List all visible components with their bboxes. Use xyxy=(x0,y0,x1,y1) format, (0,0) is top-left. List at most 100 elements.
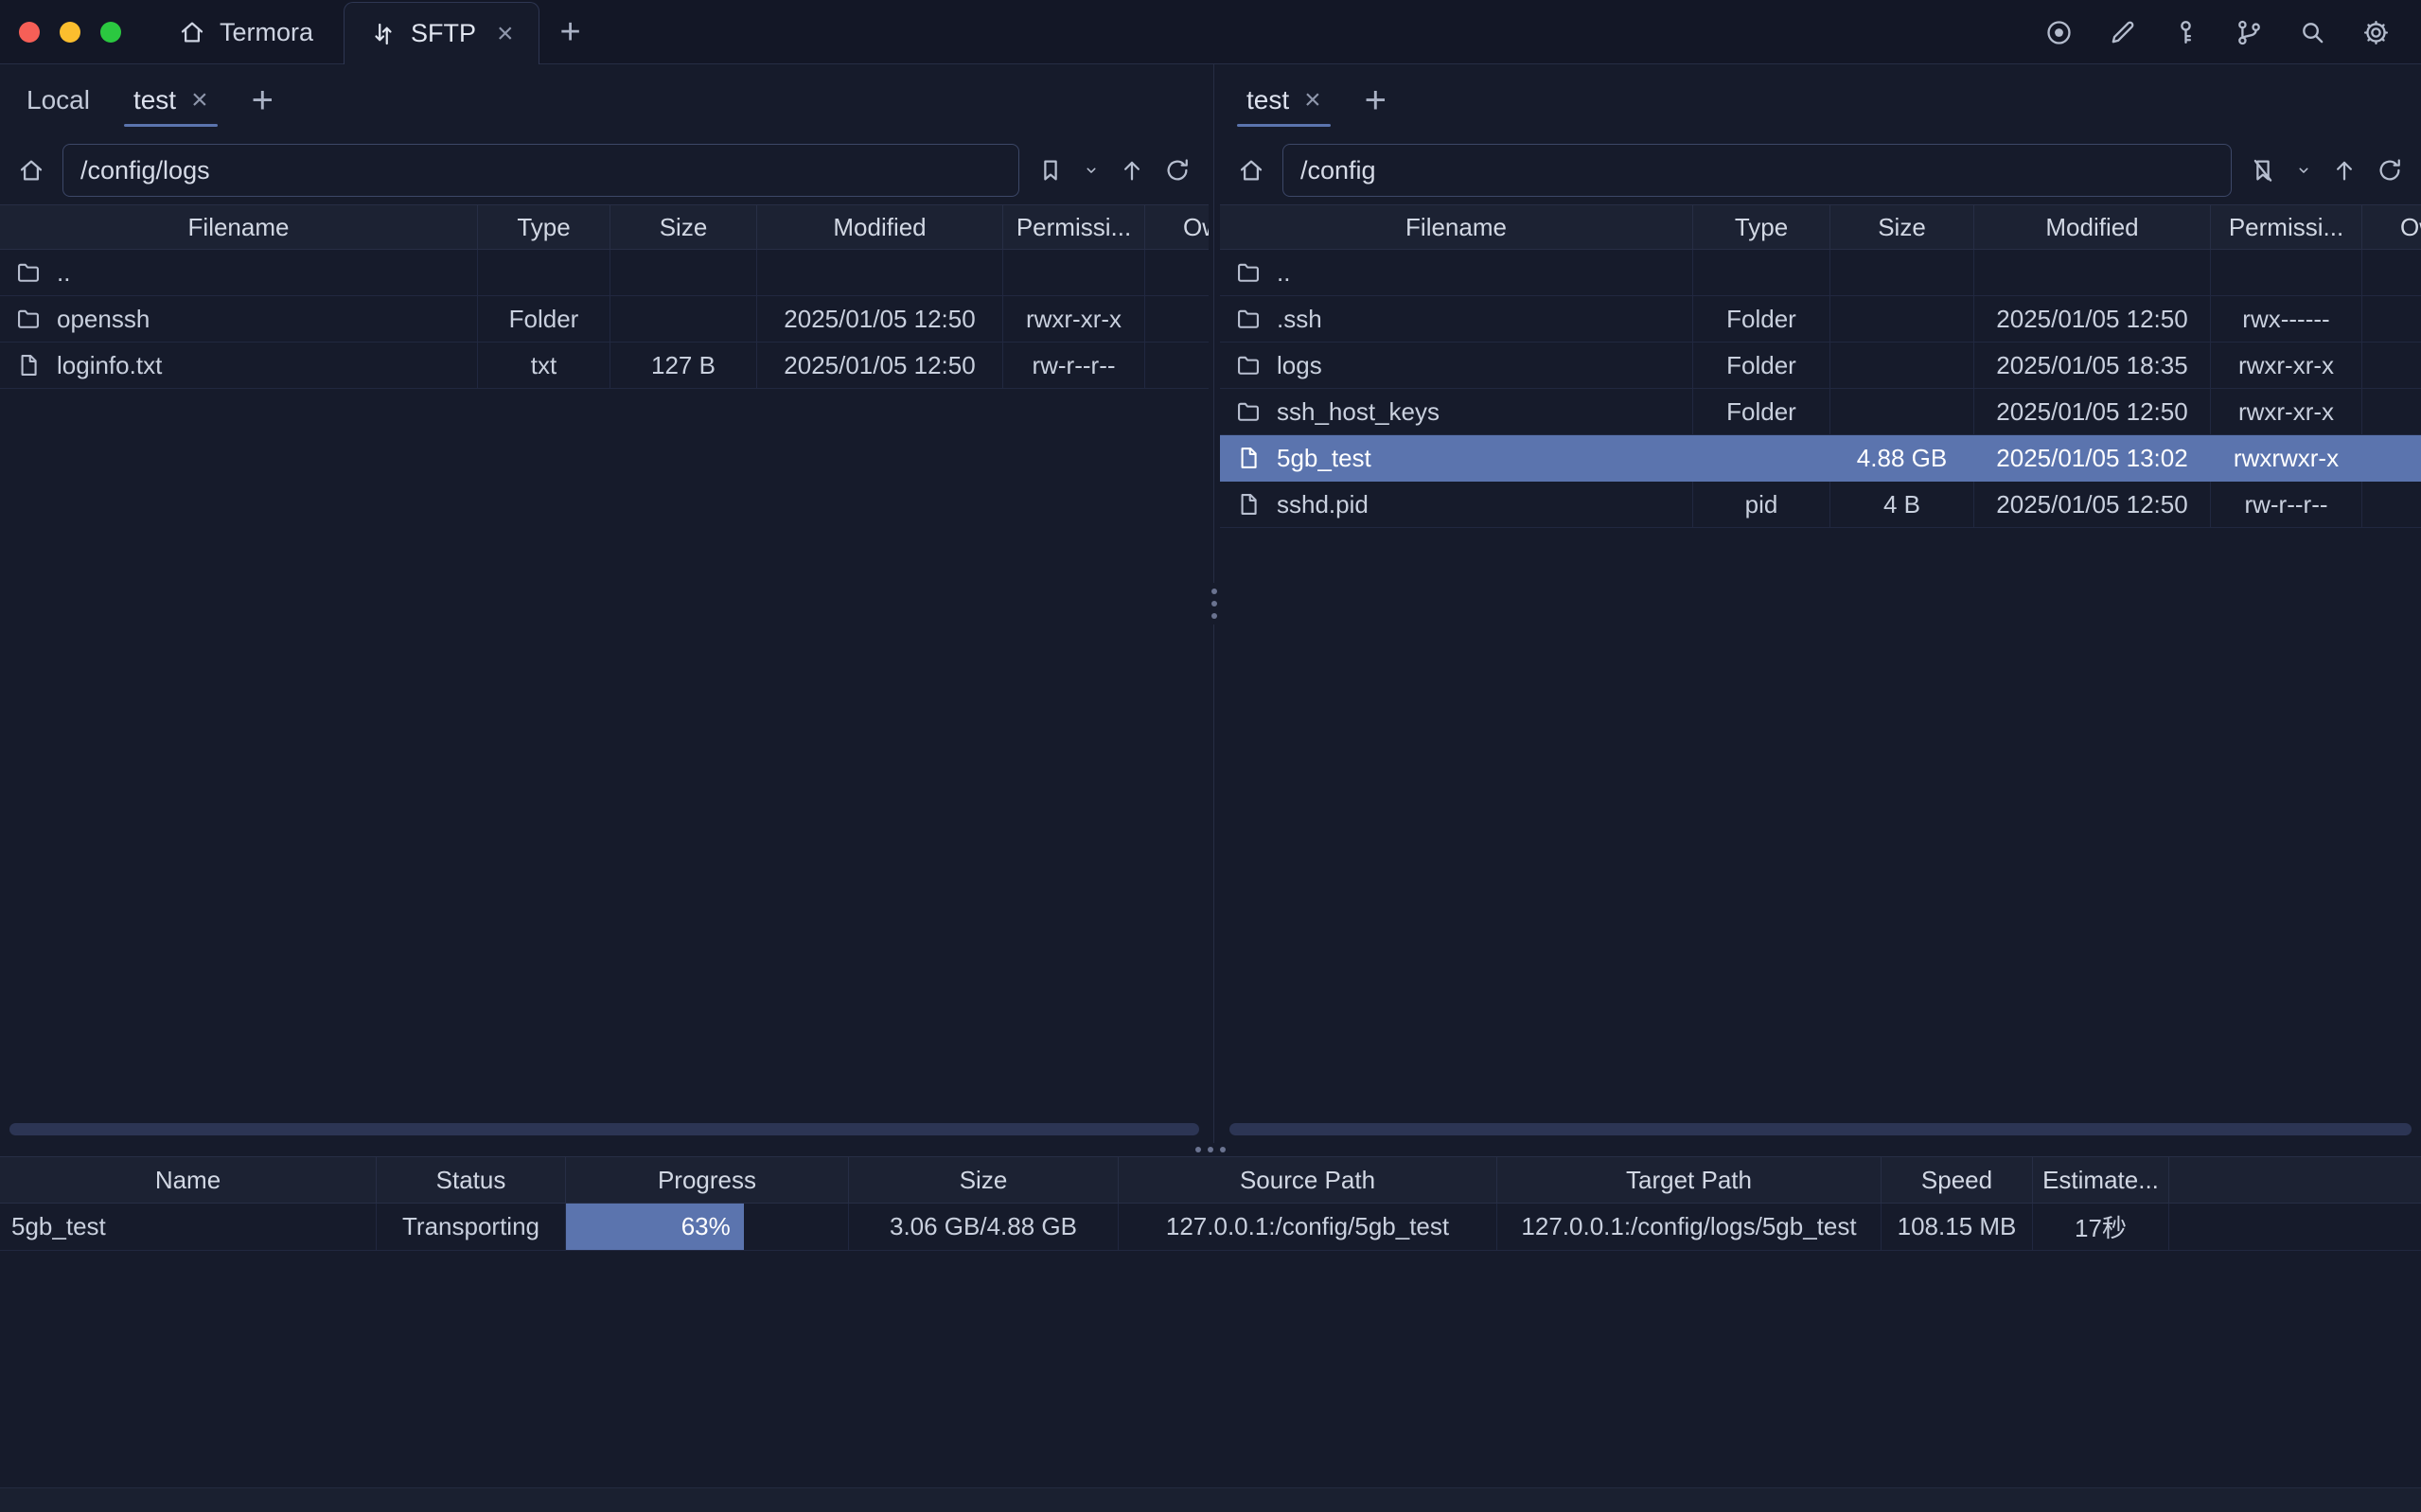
refresh-button[interactable] xyxy=(2376,156,2404,185)
column-header-progress[interactable]: Progress xyxy=(566,1156,849,1204)
transfers-empty-area xyxy=(0,1251,2421,1487)
key-icon xyxy=(2171,18,2200,47)
bookmark-dropdown-button[interactable] xyxy=(2294,161,2313,180)
right-new-tab-button[interactable]: + xyxy=(1365,81,1387,119)
parent-directory-button[interactable] xyxy=(1118,156,1146,185)
file-permissions: rwxrwxr-x xyxy=(2211,435,2362,482)
table-row[interactable]: loginfo.txt txt 127 B 2025/01/05 12:50 r… xyxy=(0,343,1209,389)
progress-fill: 63% xyxy=(566,1204,744,1250)
settings-button[interactable] xyxy=(2361,18,2391,47)
transfers-splitter[interactable] xyxy=(0,1143,2421,1156)
column-header-size[interactable]: Size xyxy=(1830,204,1974,250)
tab-local[interactable]: Local xyxy=(27,64,90,136)
home-icon xyxy=(178,18,206,46)
file-owner xyxy=(2362,482,2421,528)
bookmark-slash-icon xyxy=(2249,156,2277,185)
tab-sftp[interactable]: SFTP × xyxy=(344,2,539,64)
tab-termora[interactable]: Termora xyxy=(148,0,344,64)
table-row-selected[interactable]: 5gb_test 4.88 GB 2025/01/05 13:02 rwxrwx… xyxy=(1220,435,2421,482)
column-header-modified[interactable]: Modified xyxy=(757,204,1003,250)
file-modified xyxy=(1974,250,2211,296)
column-header-filename[interactable]: Filename xyxy=(1220,204,1693,250)
local-pane: Local test × + Filename xyxy=(0,64,1209,1143)
tab-test-right-label: test xyxy=(1246,85,1289,115)
file-modified: 2025/01/05 12:50 xyxy=(757,343,1003,389)
tab-test-right[interactable]: test × xyxy=(1246,64,1321,136)
column-header-permissions[interactable]: Permissi... xyxy=(1003,204,1145,250)
transfer-row[interactable]: 5gb_test Transporting 63% 3.06 GB/4.88 G… xyxy=(0,1204,2421,1251)
folder-icon xyxy=(1235,259,1262,286)
column-header-owner[interactable]: Ow xyxy=(1145,204,1209,250)
tab-test-left[interactable]: test × xyxy=(133,64,208,136)
right-horizontal-scrollbar[interactable] xyxy=(1229,1123,2412,1135)
bookmark-dropdown-button[interactable] xyxy=(1082,161,1101,180)
zoom-window-button[interactable] xyxy=(100,22,121,43)
left-file-table: Filename Type Size Modified Permissi... … xyxy=(0,204,1209,389)
column-header-name[interactable]: Name xyxy=(0,1156,377,1204)
parent-directory-button[interactable] xyxy=(2330,156,2359,185)
tab-local-label: Local xyxy=(27,85,90,115)
titlebar: Termora SFTP × + xyxy=(0,0,2421,64)
close-icon[interactable]: × xyxy=(1304,86,1321,114)
table-row[interactable]: sshd.pid pid 4 B 2025/01/05 12:50 rw-r--… xyxy=(1220,482,2421,528)
file-owner xyxy=(2362,343,2421,389)
splitter-grip-icon[interactable] xyxy=(1211,583,1217,624)
column-header-size[interactable]: Size xyxy=(610,204,757,250)
search-button[interactable] xyxy=(2298,18,2327,47)
bottom-bar xyxy=(0,1487,2421,1512)
left-path-input[interactable] xyxy=(62,144,1019,197)
new-window-tab-button[interactable]: + xyxy=(539,0,602,64)
file-icon xyxy=(1235,445,1262,471)
file-owner xyxy=(2362,296,2421,343)
column-header-type[interactable]: Type xyxy=(1693,204,1830,250)
key-button[interactable] xyxy=(2171,18,2200,47)
column-header-status[interactable]: Status xyxy=(377,1156,566,1204)
column-header-target-path[interactable]: Target Path xyxy=(1497,1156,1882,1204)
transfer-progress-bar: 63% xyxy=(566,1204,849,1251)
column-header-modified[interactable]: Modified xyxy=(1974,204,2211,250)
column-header-type[interactable]: Type xyxy=(478,204,610,250)
table-row[interactable]: .ssh Folder 2025/01/05 12:50 rwx------ xyxy=(1220,296,2421,343)
right-pathbar xyxy=(1220,136,2421,204)
column-header-source-path[interactable]: Source Path xyxy=(1119,1156,1497,1204)
folder-icon xyxy=(1235,306,1262,332)
transfer-size: 3.06 GB/4.88 GB xyxy=(849,1204,1119,1251)
file-type: txt xyxy=(478,343,610,389)
column-header-permissions[interactable]: Permissi... xyxy=(2211,204,2362,250)
file-name: ssh_host_keys xyxy=(1277,397,1440,427)
right-path-input[interactable] xyxy=(1282,144,2232,197)
column-header-speed[interactable]: Speed xyxy=(1882,1156,2033,1204)
titlebar-toolbar xyxy=(2044,0,2421,64)
splitter-grip-icon[interactable] xyxy=(1195,1147,1226,1152)
table-row[interactable]: logs Folder 2025/01/05 18:35 rwxr-xr-x xyxy=(1220,343,2421,389)
home-button[interactable] xyxy=(17,156,45,185)
column-header-size[interactable]: Size xyxy=(849,1156,1119,1204)
column-header-filename[interactable]: Filename xyxy=(0,204,478,250)
close-icon[interactable]: × xyxy=(191,86,208,114)
chevron-down-icon xyxy=(1082,161,1101,180)
refresh-button[interactable] xyxy=(1163,156,1192,185)
file-type: Folder xyxy=(478,296,610,343)
pane-splitter[interactable] xyxy=(1209,64,1220,1143)
column-header-owner[interactable]: Ow xyxy=(2362,204,2421,250)
left-horizontal-scrollbar[interactable] xyxy=(9,1123,1199,1135)
table-row[interactable]: ssh_host_keys Folder 2025/01/05 12:50 rw… xyxy=(1220,389,2421,435)
file-owner xyxy=(2362,389,2421,435)
table-row[interactable]: openssh Folder 2025/01/05 12:50 rwxr-xr-… xyxy=(0,296,1209,343)
minimize-window-button[interactable] xyxy=(60,22,80,43)
right-table-header: Filename Type Size Modified Permissi... … xyxy=(1220,204,2421,250)
table-row-parent-dir[interactable]: .. xyxy=(1220,250,2421,296)
left-new-tab-button[interactable]: + xyxy=(252,81,274,119)
close-icon[interactable]: × xyxy=(497,20,514,48)
bookmark-button[interactable] xyxy=(1036,156,1065,185)
close-window-button[interactable] xyxy=(19,22,40,43)
git-branch-button[interactable] xyxy=(2235,18,2264,47)
home-button[interactable] xyxy=(1237,156,1265,185)
bookmark-remove-button[interactable] xyxy=(2249,156,2277,185)
home-icon xyxy=(1237,156,1265,185)
column-header-estimate[interactable]: Estimate... xyxy=(2033,1156,2169,1204)
table-row-parent-dir[interactable]: .. xyxy=(0,250,1209,296)
edit-button[interactable] xyxy=(2108,18,2137,47)
transfers-header: Name Status Progress Size Source Path Ta… xyxy=(0,1156,2421,1204)
record-button[interactable] xyxy=(2044,18,2074,47)
